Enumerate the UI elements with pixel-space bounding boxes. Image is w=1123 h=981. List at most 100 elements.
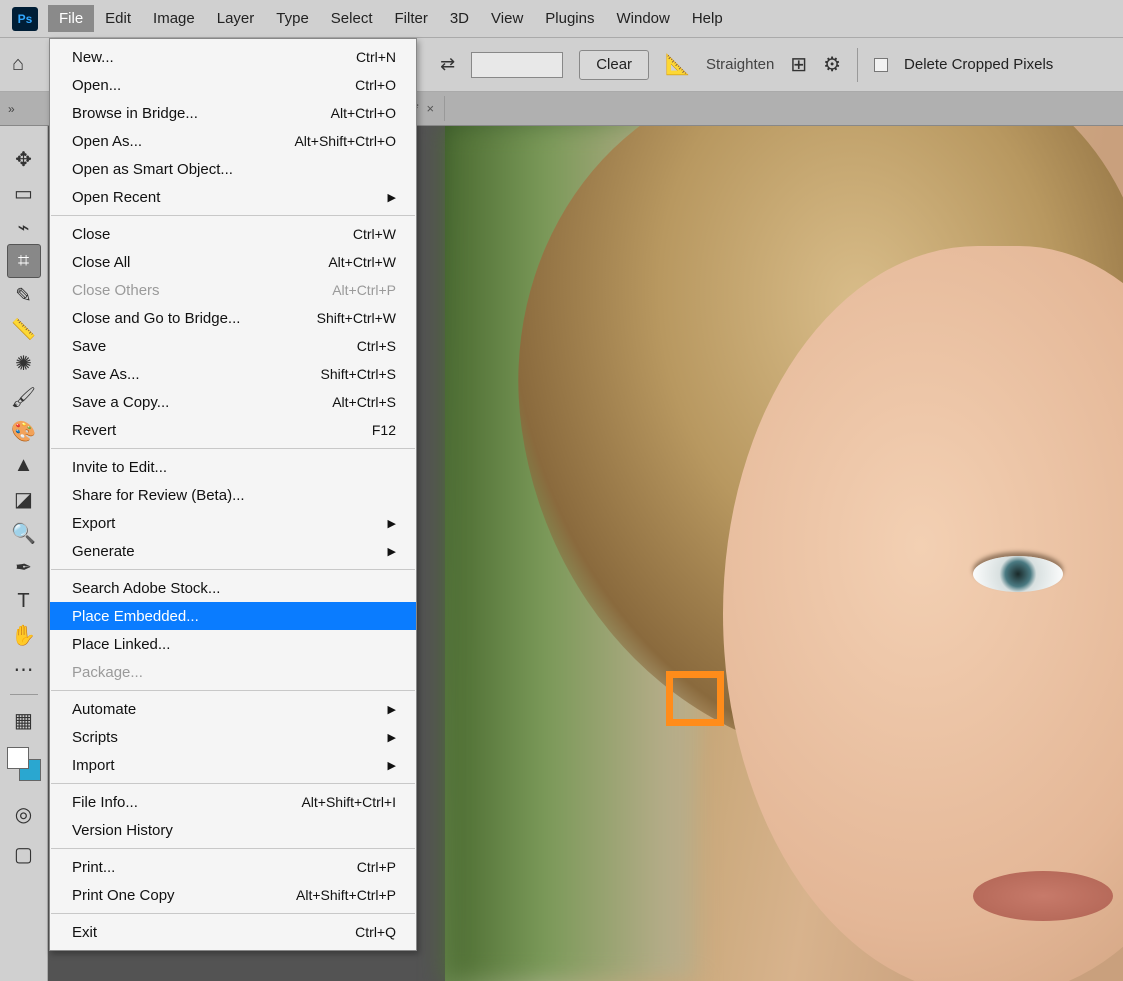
menu-separator (51, 913, 415, 914)
menu-item-import[interactable]: Import▶ (50, 751, 416, 779)
menu-item-label: Generate (72, 543, 135, 560)
menu-item-browse-in-bridge[interactable]: Browse in Bridge...Alt+Ctrl+O (50, 99, 416, 127)
menu-separator (51, 215, 415, 216)
menu-item-place-linked[interactable]: Place Linked... (50, 630, 416, 658)
menu-separator (51, 848, 415, 849)
menu-type[interactable]: Type (265, 5, 320, 32)
healing-tool[interactable]: ✺ (7, 346, 41, 380)
menu-item-close-all[interactable]: Close AllAlt+Ctrl+W (50, 248, 416, 276)
menu-3d[interactable]: 3D (439, 5, 480, 32)
document-image (445, 126, 1123, 981)
zoom-tool[interactable]: 🔍 (7, 516, 41, 550)
hand-tool[interactable]: ✋ (7, 618, 41, 652)
menu-image[interactable]: Image (142, 5, 206, 32)
menu-filter[interactable]: Filter (384, 5, 439, 32)
crop-settings-icon[interactable]: ⚙ (823, 52, 841, 77)
menu-plugins[interactable]: Plugins (534, 5, 605, 32)
menu-item-shortcut: Alt+Shift+Ctrl+I (301, 794, 396, 810)
swap-dimensions-icon[interactable]: ⇄ (440, 54, 455, 75)
menu-item-search-adobe-stock[interactable]: Search Adobe Stock... (50, 574, 416, 602)
menu-item-open-as[interactable]: Open As...Alt+Shift+Ctrl+O (50, 127, 416, 155)
lasso-tool[interactable]: ⌁ (7, 210, 41, 244)
menu-item-open-as-smart-object[interactable]: Open as Smart Object... (50, 155, 416, 183)
menu-item-open-recent[interactable]: Open Recent▶ (50, 183, 416, 211)
panel-expand-icon[interactable]: » (8, 102, 23, 116)
marquee-tool[interactable]: ▭ (7, 176, 41, 210)
submenu-arrow-icon: ▶ (388, 191, 396, 204)
menu-item-label: Package... (72, 664, 143, 681)
paintbucket-tool[interactable]: 🎨 (7, 414, 41, 448)
pen-tool[interactable]: ✒ (7, 550, 41, 584)
foreground-color-swatch[interactable] (7, 747, 29, 769)
text-tool[interactable]: T (7, 584, 41, 618)
menu-item-label: Open As... (72, 133, 142, 150)
crop-tool[interactable]: ⌗ (7, 244, 41, 278)
menu-item-version-history[interactable]: Version History (50, 816, 416, 844)
menu-item-print-one-copy[interactable]: Print One Copy Alt+Shift+Ctrl+P (50, 881, 416, 909)
menu-help[interactable]: Help (681, 5, 734, 32)
close-tab-icon[interactable]: × (427, 101, 435, 116)
home-icon[interactable]: ⌂ (8, 49, 28, 80)
menu-edit[interactable]: Edit (94, 5, 142, 32)
menu-item-share-for-review-beta[interactable]: Share for Review (Beta)... (50, 481, 416, 509)
menu-item-export[interactable]: Export▶ (50, 509, 416, 537)
menu-item-shortcut: Alt+Ctrl+P (332, 282, 396, 298)
menu-item-shortcut: Alt+Ctrl+O (331, 105, 396, 121)
menu-item-close[interactable]: CloseCtrl+W (50, 220, 416, 248)
eyedropper-tool[interactable]: ✎ (7, 278, 41, 312)
menu-item-shortcut: Shift+Ctrl+S (321, 366, 396, 382)
menu-window[interactable]: Window (605, 5, 680, 32)
menu-item-close-and-go-to-bridge[interactable]: Close and Go to Bridge...Shift+Ctrl+W (50, 304, 416, 332)
quickmask-icon[interactable]: ◎ (7, 797, 41, 831)
menu-item-package: Package... (50, 658, 416, 686)
menu-view[interactable]: View (480, 5, 534, 32)
submenu-arrow-icon: ▶ (388, 703, 396, 716)
menu-item-print[interactable]: Print...Ctrl+P (50, 853, 416, 881)
menu-item-label: Export (72, 515, 115, 532)
menu-item-open[interactable]: Open...Ctrl+O (50, 71, 416, 99)
stamp-tool[interactable]: ▲ (7, 448, 41, 482)
brush-tool[interactable]: 🖌 (7, 380, 41, 414)
menu-select[interactable]: Select (320, 5, 384, 32)
menu-item-label: Close (72, 226, 110, 243)
divider (857, 48, 858, 82)
menu-item-revert[interactable]: RevertF12 (50, 416, 416, 444)
menu-item-label: Open as Smart Object... (72, 161, 233, 178)
menu-item-save[interactable]: SaveCtrl+S (50, 332, 416, 360)
menu-item-shortcut: Alt+Ctrl+S (332, 394, 396, 410)
menu-file[interactable]: File (48, 5, 94, 32)
clear-button[interactable]: Clear (579, 50, 649, 80)
menu-separator (51, 690, 415, 691)
tools-panel: ✥▭⌁⌗✎📏✺🖌🎨▲◪🔍✒T✋⋯ ▦ ◎ ▢ (0, 126, 48, 981)
delete-cropped-checkbox[interactable] (874, 58, 888, 72)
menu-item-place-embedded[interactable]: Place Embedded... (50, 602, 416, 630)
menu-item-save-a-copy[interactable]: Save a Copy...Alt+Ctrl+S (50, 388, 416, 416)
ruler-tool[interactable]: 📏 (7, 312, 41, 346)
menu-item-new[interactable]: New...Ctrl+N (50, 43, 416, 71)
menu-item-generate[interactable]: Generate▶ (50, 537, 416, 565)
menu-bar: Ps FileEditImageLayerTypeSelectFilter3DV… (0, 0, 1123, 38)
straighten-icon[interactable]: 📐 (665, 52, 690, 77)
menu-item-save-as[interactable]: Save As...Shift+Ctrl+S (50, 360, 416, 388)
eraser-tool[interactable]: ◪ (7, 482, 41, 516)
screenmode-icon[interactable]: ▢ (7, 837, 41, 871)
color-swatches[interactable] (7, 747, 41, 781)
edit-toolbar-icon[interactable]: ▦ (7, 703, 41, 737)
menu-item-label: Save (72, 338, 106, 355)
menu-item-exit[interactable]: ExitCtrl+Q (50, 918, 416, 946)
menu-layer[interactable]: Layer (206, 5, 266, 32)
menu-item-scripts[interactable]: Scripts▶ (50, 723, 416, 751)
menu-item-invite-to-edit[interactable]: Invite to Edit... (50, 453, 416, 481)
menu-item-automate[interactable]: Automate▶ (50, 695, 416, 723)
more-tool[interactable]: ⋯ (7, 652, 41, 686)
menu-item-shortcut: Alt+Shift+Ctrl+P (296, 887, 396, 903)
menu-item-file-info[interactable]: File Info...Alt+Shift+Ctrl+I (50, 788, 416, 816)
overlay-grid-icon[interactable]: ⊞ (790, 52, 807, 77)
delete-cropped-label: Delete Cropped Pixels (904, 56, 1053, 73)
file-menu-dropdown: New...Ctrl+NOpen...Ctrl+OBrowse in Bridg… (49, 38, 417, 951)
move-tool[interactable]: ✥ (7, 142, 41, 176)
menu-item-label: Print One Copy (72, 887, 175, 904)
menu-item-label: Search Adobe Stock... (72, 580, 220, 597)
menu-separator (51, 569, 415, 570)
crop-height-input[interactable] (471, 52, 563, 78)
